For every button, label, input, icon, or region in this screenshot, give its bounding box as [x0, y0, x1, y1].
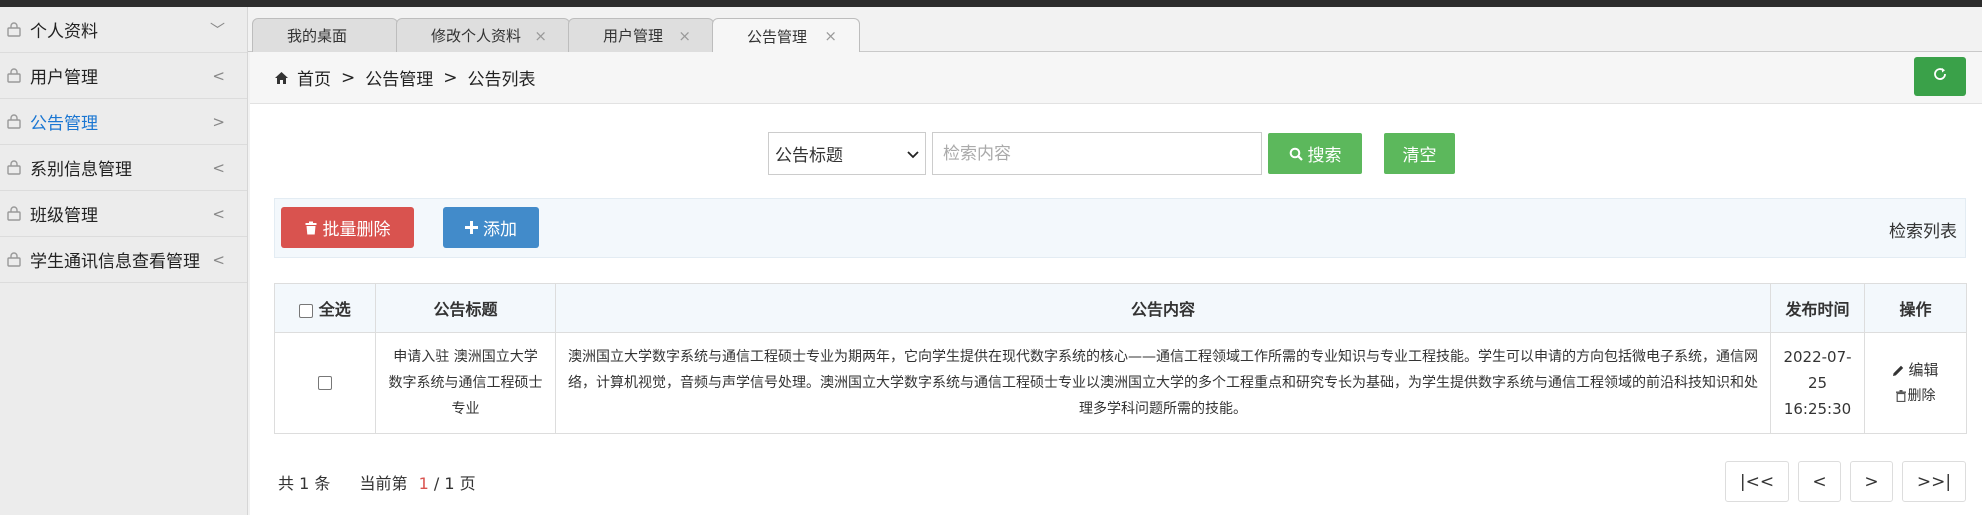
- prev-page-button[interactable]: <: [1798, 461, 1841, 502]
- tab-label: 我的桌面: [287, 27, 348, 45]
- pagination-info: 共 1 条 当前第 1 / 1 页: [278, 470, 476, 494]
- search-icon: [1289, 147, 1303, 161]
- trash-icon: [1895, 390, 1906, 402]
- select-all-header: 全选: [274, 283, 376, 333]
- sidebar-item-label: 系别信息管理: [30, 160, 132, 180]
- lock-icon: [6, 114, 22, 130]
- lock-icon: [6, 206, 22, 222]
- delete-label: 删除: [1907, 388, 1936, 404]
- search-field-select[interactable]: 公告标题: [768, 132, 926, 175]
- tab-user-management[interactable]: 用户管理 ×: [568, 18, 714, 52]
- close-icon[interactable]: ×: [678, 27, 691, 45]
- breadcrumb-home[interactable]: 首页: [297, 65, 331, 90]
- breadcrumb-separator: >: [443, 67, 458, 88]
- main-panel: 首页 > 公告管理 > 公告列表 公告标题 搜索 清空 批量删除 添加: [250, 52, 1982, 515]
- sidebar-item-label: 用户管理: [30, 68, 98, 88]
- announcement-title: 申请入驻 澳洲国立大学数字系统与通信工程硕士专业: [375, 332, 556, 434]
- home-icon: [274, 71, 289, 85]
- row-select-cell: [274, 332, 376, 434]
- sidebar-item-profile[interactable]: 个人资料 ﹀: [0, 7, 247, 53]
- sidebar-item-label: 班级管理: [30, 206, 98, 226]
- add-button[interactable]: 添加: [443, 207, 539, 248]
- chevron-right-icon: >: [212, 112, 225, 131]
- breadcrumb-level1[interactable]: 公告管理: [365, 65, 433, 90]
- chevron-left-icon: <: [212, 204, 225, 223]
- search-list-label: 检索列表: [1889, 222, 1957, 242]
- content-column-header: 公告内容: [555, 283, 1771, 333]
- table-header-row: 全选 公告标题 公告内容 发布时间 操作: [274, 283, 1967, 333]
- current-page: 1: [418, 474, 429, 493]
- pencil-icon: [1892, 364, 1905, 377]
- refresh-icon: [1932, 66, 1948, 87]
- top-strip: [0, 0, 1982, 7]
- search-button-label: 搜索: [1307, 146, 1342, 166]
- chevron-down-icon: [907, 144, 919, 164]
- toolbar: 批量删除 添加 检索列表: [274, 198, 1966, 258]
- tab-label: 用户管理: [603, 27, 664, 45]
- search-button[interactable]: 搜索: [1268, 133, 1362, 174]
- operations-column-header: 操作: [1864, 283, 1967, 333]
- tab-edit-profile[interactable]: 修改个人资料 ×: [396, 18, 570, 52]
- add-button-label: 添加: [483, 220, 517, 240]
- clear-button-label: 清空: [1402, 146, 1437, 166]
- select-all-label: 全选: [318, 300, 351, 319]
- announcement-table: 全选 公告标题 公告内容 发布时间 操作 申请入驻 澳洲国立大学数字系统与通信工…: [274, 283, 1967, 434]
- batch-delete-label: 批量删除: [322, 220, 391, 240]
- close-icon[interactable]: ×: [824, 27, 837, 45]
- time-column-header: 发布时间: [1770, 283, 1865, 333]
- tab-label: 公告管理: [747, 27, 808, 46]
- sidebar: 个人资料 ﹀ 用户管理 < 公告管理 > 系别信息管理 < 班级管理 < 学生通…: [0, 7, 248, 515]
- edit-button[interactable]: 编辑: [1865, 357, 1966, 383]
- trash-icon: [305, 221, 317, 235]
- last-page-button[interactable]: >>|: [1902, 461, 1966, 502]
- search-bar: 公告标题 搜索 清空: [768, 132, 1455, 175]
- page-suffix: / 1 页: [433, 474, 476, 493]
- select-all-checkbox[interactable]: [299, 303, 314, 318]
- pagination: |<< < > >>|: [1716, 461, 1966, 502]
- tab-label: 修改个人资料: [431, 27, 522, 45]
- plus-icon: [465, 221, 478, 234]
- row-checkbox[interactable]: [318, 376, 332, 390]
- sidebar-item-label: 公告管理: [30, 114, 98, 134]
- total-count: 共 1 条: [278, 474, 331, 493]
- chevron-left-icon: <: [212, 250, 225, 269]
- row-operations: 编辑 删除: [1864, 332, 1967, 434]
- lock-icon: [6, 252, 22, 268]
- delete-button[interactable]: 删除: [1865, 383, 1966, 409]
- close-icon[interactable]: ×: [534, 27, 547, 45]
- clear-button[interactable]: 清空: [1384, 133, 1455, 174]
- tab-bar: 我的桌面 修改个人资料 × 用户管理 × 公告管理 ×: [248, 7, 1982, 53]
- page-prefix: 当前第: [359, 474, 408, 493]
- lock-icon: [6, 160, 22, 176]
- title-column-header: 公告标题: [375, 283, 556, 333]
- breadcrumb-level2: 公告列表: [467, 70, 536, 90]
- next-page-button[interactable]: >: [1850, 461, 1893, 502]
- chevron-left-icon: <: [212, 66, 225, 85]
- breadcrumb: 首页 > 公告管理 > 公告列表: [250, 52, 1982, 104]
- chevron-down-icon: ﹀: [209, 21, 225, 39]
- table-row: 申请入驻 澳洲国立大学数字系统与通信工程硕士专业 澳洲国立大学数字系统与通信工程…: [274, 332, 1967, 434]
- sidebar-item-student-contacts[interactable]: 学生通讯信息查看管理 <: [0, 237, 247, 283]
- chevron-left-icon: <: [212, 158, 225, 177]
- batch-delete-button[interactable]: 批量删除: [281, 207, 414, 248]
- sidebar-item-label: 学生通讯信息查看管理: [30, 252, 200, 272]
- search-input[interactable]: [932, 132, 1262, 175]
- sidebar-item-departments[interactable]: 系别信息管理 <: [0, 145, 247, 191]
- breadcrumb-separator: >: [341, 67, 356, 88]
- edit-label: 编辑: [1908, 361, 1939, 379]
- sidebar-item-label: 个人资料: [30, 22, 98, 42]
- first-page-button[interactable]: |<<: [1725, 461, 1789, 502]
- lock-icon: [6, 68, 22, 84]
- search-field-value: 公告标题: [775, 146, 843, 166]
- lock-icon: [6, 22, 22, 38]
- publish-time: 2022-07-25 16:25:30: [1770, 332, 1865, 434]
- tab-desktop[interactable]: 我的桌面: [252, 18, 398, 52]
- announcement-content: 澳洲国立大学数字系统与通信工程硕士专业为期两年，它向学生提供在现代数字系统的核心…: [555, 332, 1771, 434]
- sidebar-item-users[interactable]: 用户管理 <: [0, 53, 247, 99]
- sidebar-item-classes[interactable]: 班级管理 <: [0, 191, 247, 237]
- refresh-button[interactable]: [1914, 57, 1966, 96]
- sidebar-item-announcements[interactable]: 公告管理 >: [0, 99, 247, 145]
- tab-announcements[interactable]: 公告管理 ×: [712, 18, 860, 53]
